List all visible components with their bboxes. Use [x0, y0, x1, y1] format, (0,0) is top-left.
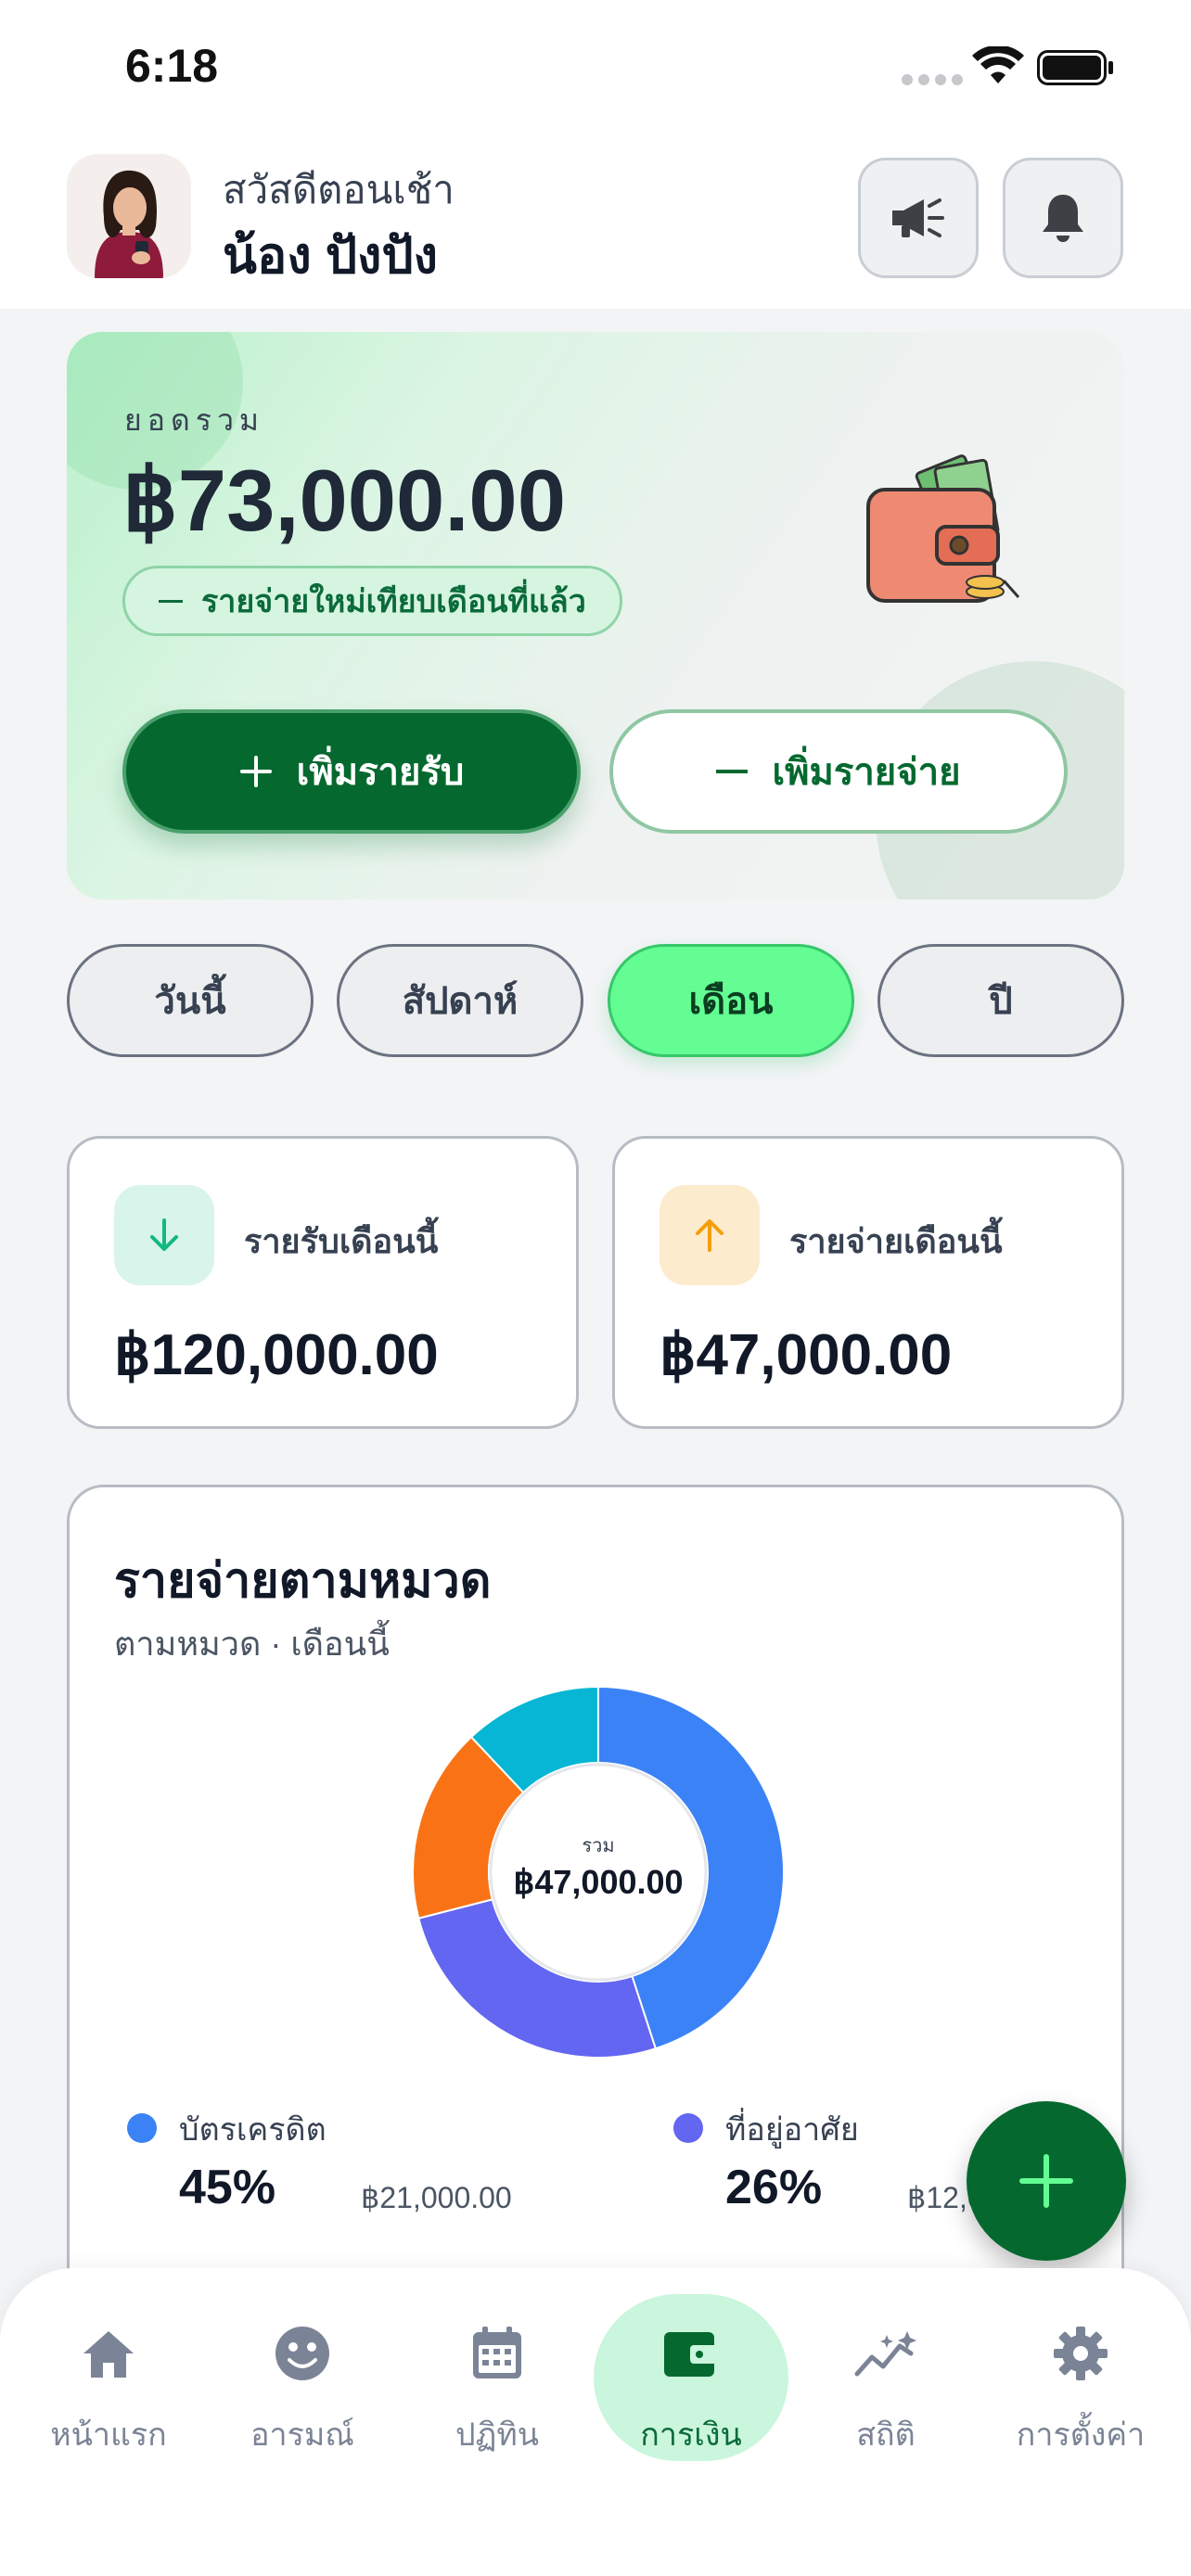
legend-dot	[127, 2113, 157, 2143]
tab-year[interactable]: ปี	[877, 944, 1124, 1057]
balance-card: ยอดรวม ฿73,000.00 รายจ่ายใหม่เทียบเดือนท…	[67, 332, 1124, 899]
app-header: สวัสดีตอนเช้า น้อง ปังปัง	[0, 139, 1191, 309]
megaphone-icon	[892, 198, 944, 237]
legend-percent: 45%	[179, 2161, 276, 2214]
calendar-icon	[400, 2316, 595, 2391]
legend-amount: ฿21,000.00	[361, 2181, 512, 2214]
legend-percent: 26%	[725, 2161, 823, 2214]
legend-name: ที่อยู่อาศัย	[725, 2112, 859, 2148]
avatar[interactable]	[67, 154, 191, 278]
nav-item-home[interactable]: หน้าแรก	[11, 2316, 206, 2502]
income-label: รายรับเดือนนี้	[244, 1222, 439, 1260]
wallet-icon	[594, 2316, 788, 2391]
nav-item-mood[interactable]: อารมณ์	[205, 2316, 400, 2502]
category-title: รายจ่ายตามหมวด	[114, 1554, 492, 1608]
announcement-button[interactable]	[858, 158, 979, 278]
tab-month[interactable]: เดือน	[608, 944, 854, 1057]
wifi-icon	[972, 46, 1024, 83]
expense-amount: ฿47,000.00	[660, 1323, 953, 1387]
balance-amount: ฿73,000.00	[122, 452, 566, 549]
plus-icon	[1019, 2154, 1073, 2208]
income-amount: ฿120,000.00	[114, 1323, 439, 1387]
bell-icon	[1043, 195, 1083, 242]
arrow-down-icon	[114, 1185, 214, 1285]
balance-label: ยอดรวม	[124, 403, 264, 437]
nav-label: การตั้งค่า	[1016, 2417, 1146, 2453]
legend-name: บัตรเครดิต	[179, 2112, 327, 2148]
comparison-badge: รายจ่ายใหม่เทียบเดือนที่แล้ว	[122, 566, 622, 636]
plus-icon	[239, 756, 272, 787]
status-bar: 6:18	[0, 0, 1191, 139]
add-income-button[interactable]: เพิ่มรายรับ	[122, 709, 581, 834]
smiley-icon	[205, 2316, 400, 2391]
tab-week[interactable]: สัปดาห์	[337, 944, 583, 1057]
status-time: 6:18	[125, 40, 219, 92]
expense-label: รายจ่ายเดือนนี้	[789, 1222, 1003, 1260]
greeting-text: สวัสดีตอนเช้า	[223, 168, 455, 211]
category-subtitle: ตามหมวด · เดือนนี้	[114, 1625, 390, 1663]
expense-summary-card[interactable]: รายจ่ายเดือนนี้ ฿47,000.00	[612, 1136, 1124, 1429]
legend-dot	[673, 2113, 703, 2143]
nav-label: หน้าแรก	[50, 2417, 167, 2453]
nav-item-settings[interactable]: การตั้งค่า	[983, 2316, 1178, 2502]
nav-item-calendar[interactable]: ปฏิทิน	[400, 2316, 595, 2502]
nav-label: การเงิน	[640, 2417, 742, 2453]
nav-label: ปฏิทิน	[455, 2417, 540, 2453]
floating-add-button[interactable]	[967, 2101, 1126, 2261]
minus-icon	[159, 599, 183, 603]
signal-icon	[902, 74, 963, 85]
add-expense-button[interactable]: เพิ่มรายจ่าย	[609, 709, 1068, 834]
nav-item-finance[interactable]: การเงิน	[594, 2294, 788, 2502]
tab-today[interactable]: วันนี้	[67, 944, 314, 1057]
sparkline-icon	[788, 2316, 983, 2391]
notification-button[interactable]	[1003, 158, 1123, 278]
wallet-illustration-icon	[866, 454, 1020, 603]
arrow-up-icon	[660, 1185, 760, 1285]
donut-center-amount: ฿47,000.00	[513, 1863, 684, 1901]
minus-icon	[716, 770, 749, 773]
donut-center-label: รวม	[582, 1836, 615, 1856]
battery-icon	[1037, 50, 1113, 85]
nav-label: อารมณ์	[250, 2417, 354, 2453]
bottom-nav: หน้าแรก อารมณ์ ปฏิทิน การเงิน สถิติ การต…	[0, 2268, 1191, 2576]
home-icon	[11, 2316, 206, 2391]
income-summary-card[interactable]: รายรับเดือนนี้ ฿120,000.00	[67, 1136, 579, 1429]
user-name: น้อง ปังปัง	[223, 228, 439, 284]
nav-item-stats[interactable]: สถิติ	[788, 2316, 983, 2502]
nav-label: สถิติ	[856, 2417, 916, 2453]
gear-icon	[983, 2316, 1178, 2391]
